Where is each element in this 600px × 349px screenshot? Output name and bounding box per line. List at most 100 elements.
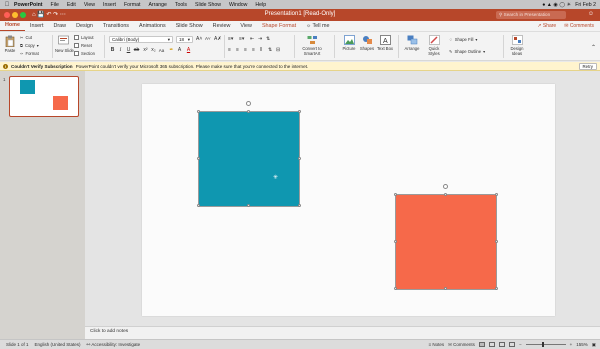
notes-pane[interactable]: Click to add notes	[85, 326, 600, 339]
justify-icon[interactable]: ≡	[252, 47, 255, 53]
resize-handle[interactable]	[495, 193, 498, 196]
section-button[interactable]: Section	[74, 51, 95, 56]
teal-square-shape[interactable]	[199, 112, 299, 206]
slideshow-view-icon[interactable]	[508, 342, 515, 347]
normal-view-icon[interactable]	[478, 342, 485, 347]
align-text-icon[interactable]: ⊟	[276, 47, 280, 53]
cut-button[interactable]: ✂ Cut	[20, 35, 32, 40]
resize-handle[interactable]	[495, 240, 498, 243]
quick-styles-button[interactable]: Quick Styles	[423, 35, 445, 56]
resize-handle[interactable]	[495, 287, 498, 290]
menu-arrange[interactable]: Arrange	[148, 2, 166, 8]
menu-tools[interactable]: Tools	[175, 2, 187, 8]
tab-animations[interactable]: Animations	[134, 23, 171, 31]
resize-handle[interactable]	[394, 193, 397, 196]
slide-thumbnail[interactable]	[9, 76, 79, 117]
shrink-font-icon[interactable]: A˅	[205, 36, 211, 41]
convert-smartart-button[interactable]: Convert to SmartArt	[298, 35, 326, 56]
zoom-slider-thumb[interactable]	[541, 342, 544, 347]
font-size-dropdown[interactable]: 18 ▾	[176, 36, 193, 43]
menubar-clock[interactable]: Fri Feb 2	[575, 2, 596, 8]
decrease-indent-icon[interactable]: ⇤	[250, 36, 254, 42]
bold-icon[interactable]: B	[109, 47, 116, 54]
new-slide-button[interactable]: New Slide	[55, 35, 74, 53]
menu-app-name[interactable]: PowerPoint	[14, 2, 43, 8]
shape-outline-button[interactable]: ✎ Shape Outline ▾	[449, 49, 485, 54]
resize-handle[interactable]	[247, 204, 250, 207]
align-right-icon[interactable]: ≡	[244, 47, 247, 53]
align-center-icon[interactable]: ≡	[236, 47, 239, 53]
text-direction-icon[interactable]: ⇅	[268, 47, 272, 53]
apple-icon[interactable]: 	[0, 2, 14, 8]
underline-icon[interactable]: U	[125, 47, 132, 54]
align-left-icon[interactable]: ≡	[228, 47, 231, 53]
language-status[interactable]: English (United States)	[35, 342, 81, 347]
tab-slide-show[interactable]: Slide Show	[171, 23, 208, 31]
account-icon[interactable]: ☺	[588, 11, 594, 17]
italic-icon[interactable]: I	[117, 47, 124, 54]
format-painter-button[interactable]: ✑ Format	[20, 51, 39, 56]
tab-transitions[interactable]: Transitions	[98, 23, 134, 31]
menu-help[interactable]: Help	[255, 2, 266, 8]
resize-handle[interactable]	[444, 287, 447, 290]
resize-handle[interactable]	[197, 157, 200, 160]
resize-handle[interactable]	[298, 110, 301, 113]
search-input[interactable]: ⚲ Search in Presentation	[496, 11, 566, 19]
copy-button[interactable]: ⧉ Copy ▾	[20, 43, 39, 48]
resize-handle[interactable]	[197, 204, 200, 207]
tab-insert[interactable]: Insert	[25, 23, 48, 31]
slide-sorter-icon[interactable]	[488, 342, 495, 347]
grow-font-icon[interactable]: A˄	[196, 36, 202, 42]
arrange-button[interactable]: Arrange	[402, 35, 422, 51]
retry-button[interactable]: Retry	[578, 63, 597, 70]
tab-tell-me[interactable]: ☼ Tell me	[301, 23, 334, 31]
comments-button[interactable]: ✉ Comments	[564, 23, 594, 29]
reading-view-icon[interactable]	[498, 342, 505, 347]
strikethrough-icon[interactable]: ab	[133, 47, 140, 54]
orange-square-shape[interactable]	[396, 195, 496, 289]
rotate-handle-icon[interactable]	[443, 184, 448, 189]
menu-edit[interactable]: Edit	[67, 2, 76, 8]
tab-review[interactable]: Review	[208, 23, 236, 31]
columns-icon[interactable]: ‖	[260, 47, 262, 53]
resize-handle[interactable]	[197, 110, 200, 113]
resize-handle[interactable]	[444, 193, 447, 196]
resize-handle[interactable]	[394, 287, 397, 290]
zoom-level[interactable]: 155%	[576, 342, 588, 347]
font-color-icon[interactable]: A	[185, 47, 192, 54]
change-case-icon[interactable]: Aa	[158, 47, 165, 54]
bullets-icon[interactable]: ≡▾	[228, 36, 233, 42]
resize-handle[interactable]	[247, 110, 250, 113]
share-button[interactable]: ↗ Share	[537, 23, 556, 29]
resize-handle[interactable]	[394, 240, 397, 243]
shape-fill-button[interactable]: ♢ Shape Fill ▾	[449, 37, 478, 42]
tab-home[interactable]: Home	[0, 22, 25, 31]
increase-indent-icon[interactable]: ⇥	[258, 36, 262, 42]
tab-design[interactable]: Design	[71, 23, 98, 31]
subscript-icon[interactable]: x₂	[150, 47, 157, 54]
fit-slide-icon[interactable]: ▣	[592, 342, 596, 348]
tab-shape-format[interactable]: Shape Format	[257, 23, 301, 31]
rotate-handle-icon[interactable]	[246, 101, 251, 106]
tab-view[interactable]: View	[235, 23, 257, 31]
zoom-out-icon[interactable]: −	[519, 342, 522, 347]
slide-canvas[interactable]: ✳	[142, 84, 555, 316]
resize-handle[interactable]	[298, 157, 301, 160]
paste-button[interactable]: Paste	[3, 35, 17, 53]
superscript-icon[interactable]: x²	[142, 47, 149, 54]
resize-handle[interactable]	[298, 204, 301, 207]
shapes-button[interactable]: Shapes	[358, 35, 376, 51]
layout-button[interactable]: Layout	[74, 35, 94, 40]
design-ideas-button[interactable]: Design Ideas	[507, 35, 527, 56]
font-name-dropdown[interactable]: Calibri (Body) ▾	[109, 36, 173, 43]
reset-button[interactable]: Reset	[74, 43, 92, 48]
text-effects-icon[interactable]: A	[176, 47, 183, 54]
numbering-icon[interactable]: ≡▾	[239, 36, 244, 42]
text-box-button[interactable]: A Text Box	[376, 35, 394, 51]
accessibility-status[interactable]: ⚯ Accessibility: Investigate	[87, 342, 141, 348]
zoom-in-icon[interactable]: +	[570, 342, 573, 347]
menu-slide-show[interactable]: Slide Show	[195, 2, 221, 8]
collapse-ribbon-icon[interactable]: ⌃	[591, 44, 596, 51]
menu-insert[interactable]: Insert	[103, 2, 116, 8]
comments-toggle-button[interactable]: ✉ Comments	[448, 342, 475, 348]
